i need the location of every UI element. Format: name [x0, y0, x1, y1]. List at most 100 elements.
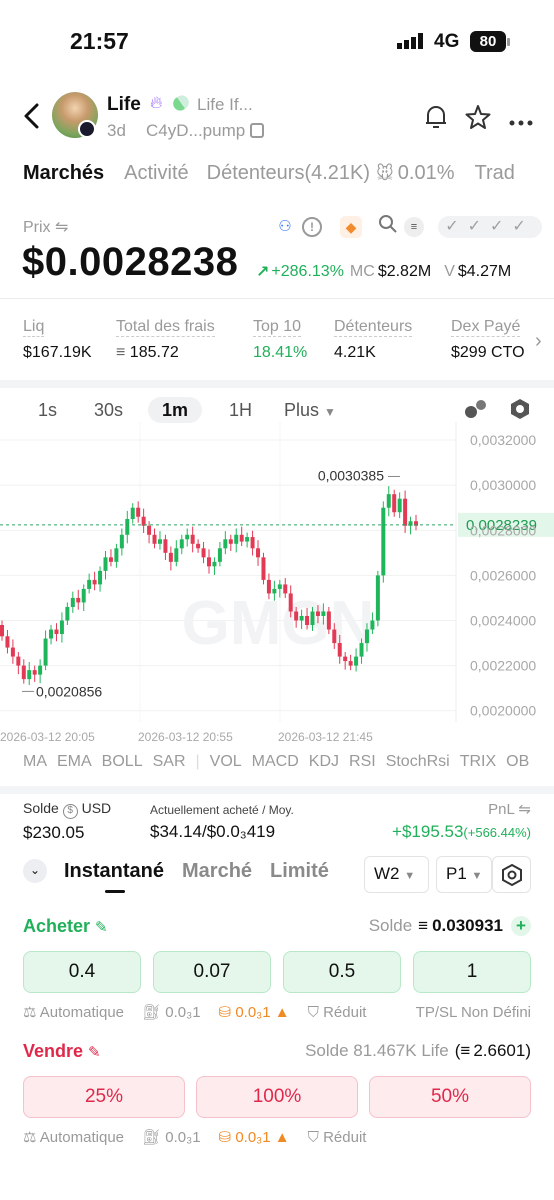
warning-icon: ▲ [274, 1129, 290, 1146]
stat-holders-value: 4.21K [334, 344, 376, 361]
candle-body [5, 636, 10, 648]
preset-settings-button[interactable] [492, 856, 531, 893]
tab-market[interactable]: Marché [182, 860, 252, 883]
price-chart[interactable]: GMGN 0,00303850,00208560,0028239 0,00320… [0, 422, 554, 752]
candle-body [370, 620, 375, 630]
status-bar: 21:57 4G 80 [0, 0, 554, 80]
candle-body [174, 548, 179, 562]
candle-body [283, 584, 288, 594]
candle-body [21, 665, 26, 680]
y-tick-label: 0,0024000 [470, 612, 536, 628]
bell-icon[interactable] [424, 104, 448, 135]
priority-fee[interactable]: ⛁ 0.0₃1 ▲ [219, 1003, 290, 1021]
tf-more[interactable]: Plus ▼ [284, 400, 336, 421]
tab-marches[interactable]: Marchés [23, 162, 104, 185]
edit-icon[interactable]: ✎ [95, 919, 108, 936]
stat-holders[interactable]: Détenteurs 4.21K [334, 318, 413, 362]
buy-amount-1[interactable]: 0.4 [23, 951, 141, 993]
ind-ema[interactable]: EMA [57, 753, 92, 771]
gas-fee[interactable]: ⛽︎ 0.0₃1 [142, 1128, 201, 1146]
gas-fee[interactable]: ⛽︎ 0.0₃1 [142, 1003, 201, 1021]
audit-badges[interactable]: ⚇ ! ◆ ≡ ✓✓✓✓ [274, 214, 542, 239]
sell-amount-100[interactable]: 100% [196, 1076, 358, 1118]
ind-ma[interactable]: MA [23, 753, 47, 771]
buy-amount-2[interactable]: 0.07 [153, 951, 271, 993]
candle-body [343, 656, 348, 662]
tab-detenteurs[interactable]: Détenteurs(4.21K) [207, 162, 370, 185]
network-label: 4G [434, 31, 460, 52]
bought-value: $34.14/$0.0₃419 [150, 822, 276, 841]
ind-sar[interactable]: SAR [153, 753, 186, 771]
position-pnl[interactable]: PnL ⇋ +$195.53(+566.44%) [392, 800, 531, 842]
ind-trix[interactable]: TRIX [460, 753, 496, 771]
ind-stochrsi[interactable]: StochRsi [386, 753, 450, 771]
auto-slippage[interactable]: ⚖︎ Automatique [23, 1128, 124, 1146]
candle-body [179, 539, 184, 549]
coins-icon: ⛁ [218, 1129, 232, 1146]
sell-amount-25[interactable]: 25% [23, 1076, 185, 1118]
stat-top10[interactable]: Top 10 18.41% [253, 318, 307, 362]
preset-select[interactable]: P1 ▼ [436, 856, 492, 893]
tab-limit[interactable]: Limité [270, 860, 329, 883]
tab-instant[interactable]: Instantané [64, 860, 164, 883]
pnl-pct: (+566.44%) [463, 825, 531, 840]
tab-activite[interactable]: Activité [124, 162, 188, 185]
chevron-right-icon[interactable]: › [535, 330, 542, 353]
token-address[interactable]: C4yD...pump [146, 121, 245, 141]
candle-body [163, 539, 168, 553]
token-age: 3d [107, 121, 126, 140]
more-icon[interactable] [509, 113, 533, 131]
ind-rsi[interactable]: RSI [349, 753, 376, 771]
sell-balance: Solde 81.467K Life (≡ 2.6601) [305, 1041, 531, 1060]
buy-amount-3[interactable]: 0.5 [283, 951, 401, 993]
tab-insider[interactable]: 0.01% [398, 162, 455, 185]
collapse-button[interactable]: ⌄ [23, 859, 47, 883]
ind-kdj[interactable]: KDJ [309, 753, 339, 771]
divider [0, 786, 554, 794]
swap-icon[interactable]: ⇋ [55, 219, 68, 236]
candle-body [256, 548, 261, 558]
buy-label: Acheter ✎ [23, 916, 108, 936]
tab-trades[interactable]: Trad [475, 162, 515, 185]
ind-vol[interactable]: VOL [210, 753, 242, 771]
candle-body [310, 611, 315, 626]
ind-ob[interactable]: OB [506, 753, 529, 771]
candle-body [381, 507, 386, 576]
candle-body [250, 537, 255, 549]
arrow-up-icon: ↗ [256, 264, 270, 281]
copy-icon[interactable] [250, 123, 264, 138]
mc-value: $2.82M [377, 263, 432, 280]
auto-slippage[interactable]: ⚖︎ Automatique [23, 1003, 124, 1021]
ind-boll[interactable]: BOLL [102, 753, 143, 771]
candle-body [234, 534, 239, 544]
back-button[interactable] [20, 102, 44, 130]
candle-body [168, 552, 173, 562]
candle-body [16, 656, 21, 666]
tpsl-setting[interactable]: TP/SL Non Défini [416, 1004, 531, 1021]
candle-body [0, 625, 4, 637]
add-funds-button[interactable]: + [511, 916, 531, 936]
edit-icon[interactable]: ✎ [88, 1044, 101, 1061]
tf-30s[interactable]: 30s [94, 400, 123, 421]
candle-body [125, 518, 130, 535]
tf-1m[interactable]: 1m [148, 397, 202, 423]
tf-1h[interactable]: 1H [229, 400, 252, 421]
tf-1s[interactable]: 1s [38, 400, 57, 421]
stat-top10-value: 18.41% [253, 344, 308, 361]
sell-amount-50[interactable]: 50% [369, 1076, 531, 1118]
candle-body [136, 507, 141, 517]
buy-amount-4[interactable]: 1 [413, 951, 531, 993]
candle-body [315, 611, 320, 616]
star-icon[interactable] [465, 104, 491, 135]
ind-macd[interactable]: MACD [252, 753, 299, 771]
candle-body [403, 498, 408, 526]
candle-body [196, 543, 201, 549]
wallet-select[interactable]: W2 ▼ [364, 856, 429, 893]
priority-fee[interactable]: ⛁ 0.0₃1 ▲ [219, 1128, 290, 1146]
mev-protect[interactable]: ⛉ Réduit [308, 1129, 367, 1146]
candle-body [54, 629, 59, 635]
candle-body [364, 629, 369, 644]
y-tick-label: 0,0030000 [470, 477, 536, 493]
mev-protect[interactable]: ⛉ Réduit [308, 1004, 367, 1021]
dots-icon[interactable] [464, 398, 488, 425]
